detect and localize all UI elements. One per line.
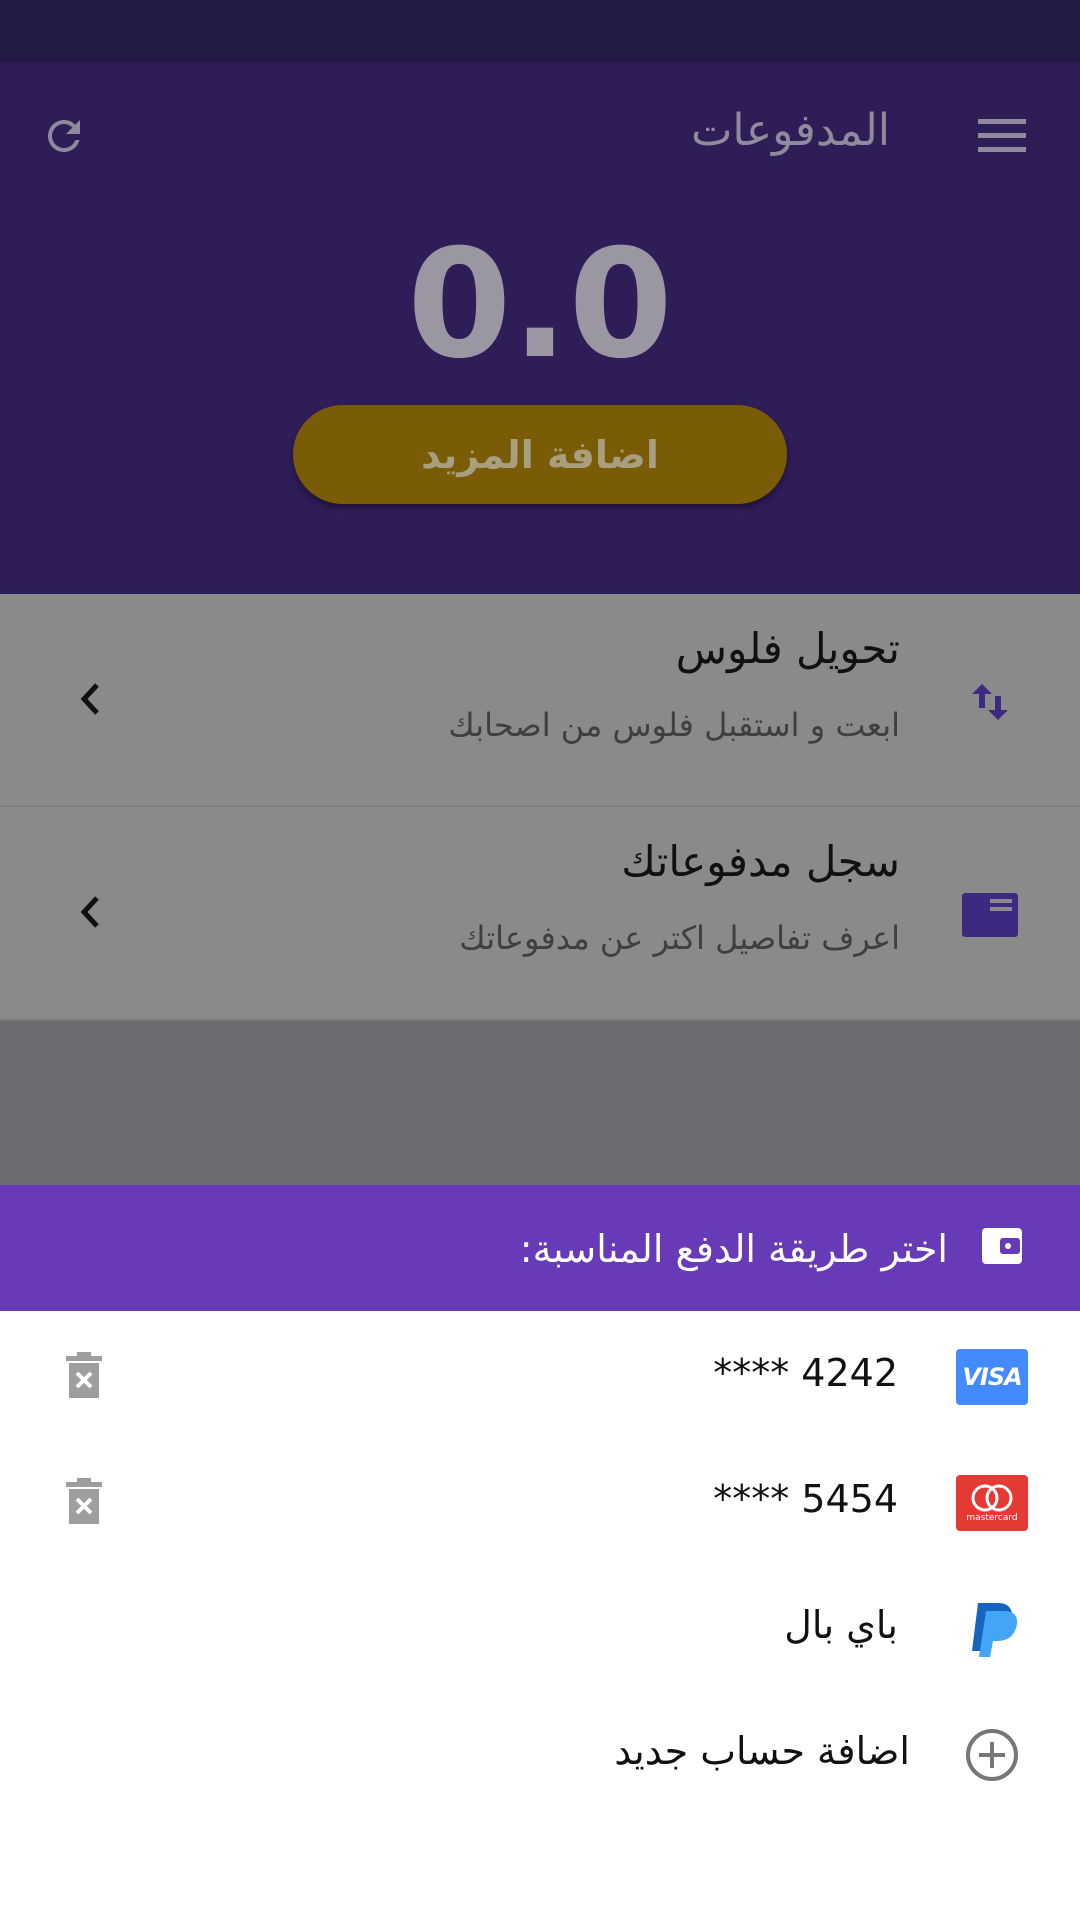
payment-method-paypal[interactable]: باي بال — [0, 1563, 1080, 1689]
page-title: المدفوعات — [690, 105, 890, 156]
payment-sheet-header: اختر طريقة الدفع المناسبة: — [0, 1185, 1080, 1311]
delete-icon[interactable] — [64, 1349, 104, 1401]
visa-icon: VISA — [956, 1349, 1028, 1405]
visa-logo-text: VISA — [962, 1363, 1022, 1391]
payment-method-visa[interactable]: VISA **** 4242 — [0, 1311, 1080, 1437]
add-new-account[interactable]: اضافة حساب جديد — [0, 1689, 1080, 1815]
wallet-icon — [979, 1223, 1025, 1269]
app-bar: المدفوعات 0.0 اضافة المزيد — [0, 63, 1080, 594]
list-item-subtitle: ابعت و استقبل فلوس من اصحابك — [448, 706, 900, 744]
payment-sheet-title: اختر طريقة الدفع المناسبة: — [519, 1227, 948, 1271]
payment-method-mastercard[interactable]: mastercard **** 5454 — [0, 1437, 1080, 1563]
add-circle-icon — [956, 1727, 1028, 1783]
menu-list: تحويل فلوس ابعت و استقبل فلوس من اصحابك … — [0, 594, 1080, 1185]
mastercard-icon: mastercard — [956, 1475, 1028, 1531]
chevron-left-icon[interactable] — [70, 674, 110, 724]
mastercard-logo-text: mastercard — [966, 1513, 1018, 1523]
chevron-left-icon[interactable] — [70, 887, 110, 937]
paypal-icon — [956, 1601, 1028, 1657]
payment-method-label: اضافة حساب جديد — [614, 1729, 910, 1773]
payment-methods-sheet: VISA **** 4242 mastercard **** 5454 باي … — [0, 1311, 1080, 1920]
list-item-transfer-money[interactable]: تحويل فلوس ابعت و استقبل فلوس من اصحابك — [0, 594, 1080, 808]
payment-method-label: **** 4242 — [713, 1351, 898, 1395]
payment-method-label: باي بال — [784, 1603, 898, 1647]
receipt-icon — [958, 883, 1022, 947]
delete-icon[interactable] — [64, 1475, 104, 1527]
refresh-icon[interactable] — [36, 108, 92, 164]
list-item-payment-history[interactable]: سجل مدفوعاتك اعرف تفاصيل اكتر عن مدفوعات… — [0, 807, 1080, 1021]
balance-amount: 0.0 — [407, 218, 673, 392]
list-item-subtitle: اعرف تفاصيل اكتر عن مدفوعاتك — [459, 919, 900, 957]
list-item-title: تحويل فلوس — [675, 624, 900, 673]
status-bar — [0, 0, 1080, 63]
payment-method-label: **** 5454 — [713, 1477, 898, 1521]
add-more-button[interactable]: اضافة المزيد — [293, 405, 787, 504]
menu-icon[interactable] — [974, 111, 1030, 161]
swap-vertical-icon — [958, 670, 1022, 734]
list-item-title: سجل مدفوعاتك — [621, 837, 900, 886]
